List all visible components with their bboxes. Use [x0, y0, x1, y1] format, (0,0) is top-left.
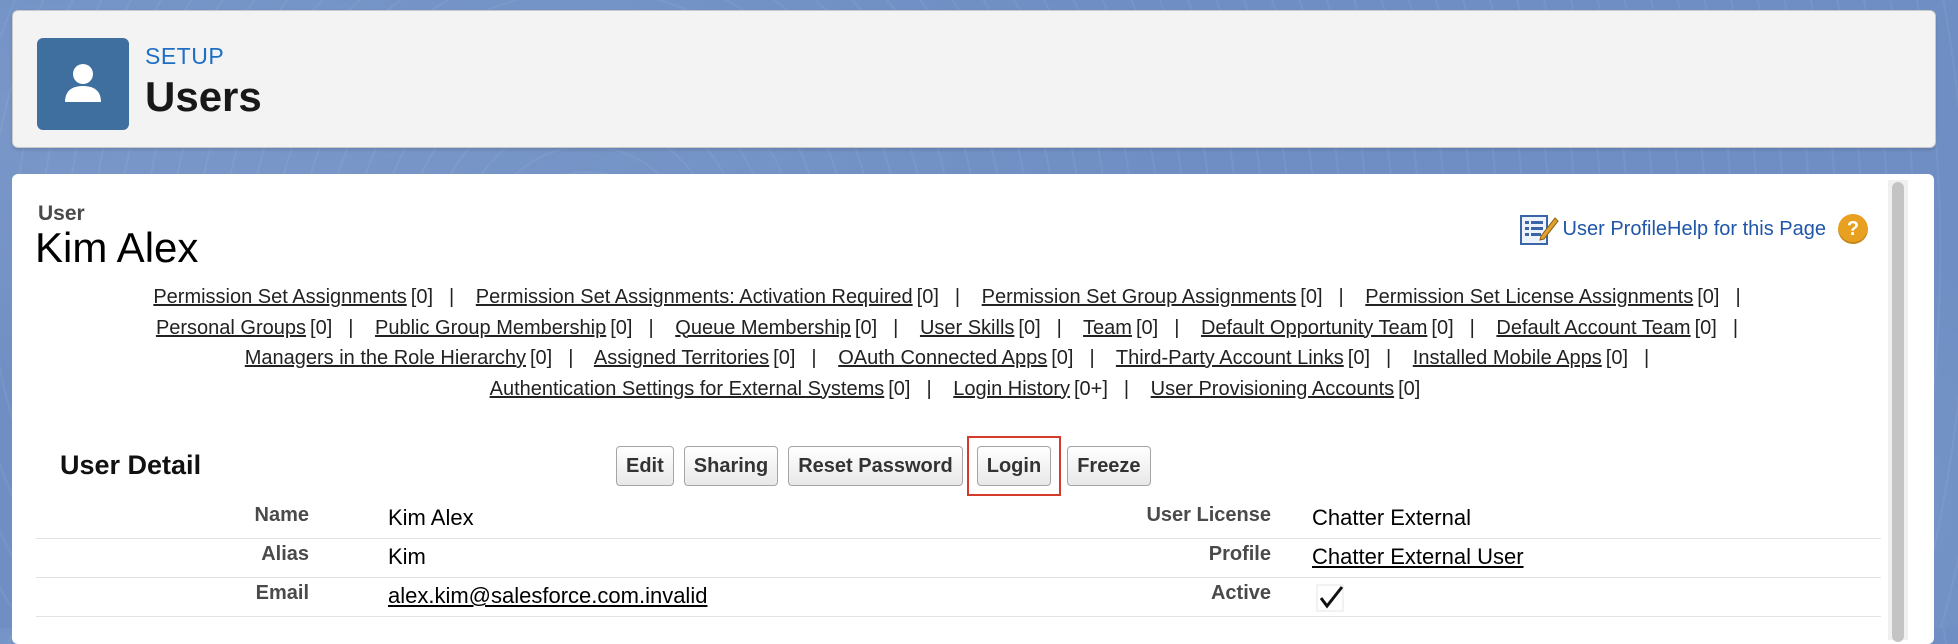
- freeze-button[interactable]: Freeze: [1067, 446, 1151, 486]
- related-link[interactable]: Default Account Team: [1496, 317, 1690, 339]
- detail-button-row: Edit Sharing Reset Password Login Freeze: [616, 436, 1161, 496]
- alias-label: Alias: [261, 543, 309, 565]
- separator: |: [1469, 316, 1475, 339]
- separator: |: [1089, 347, 1095, 369]
- related-link[interactable]: Permission Set Assignments: [153, 286, 406, 308]
- separator: |: [568, 347, 574, 369]
- separator: |: [348, 316, 354, 339]
- separator: |: [1386, 347, 1392, 369]
- user-detail-title: User Detail: [60, 450, 202, 480]
- related-link[interactable]: Permission Set Assignments: Activation R…: [476, 286, 913, 308]
- related-link[interactable]: Permission Set License Assignments: [1365, 286, 1693, 308]
- related-list-links: Permission Set Assignments [0] | Permissio…: [120, 282, 1790, 404]
- related-link[interactable]: Third-Party Account Links: [1116, 347, 1344, 369]
- detail-row-email: Email alex.kim@salesforce.com.invalid Ac…: [36, 578, 1881, 617]
- related-count: [0]: [854, 316, 878, 339]
- separator: |: [1056, 316, 1062, 339]
- help-area: User ProfileHelp for this Page ?: [1519, 212, 1868, 246]
- login-highlight-box: Login: [966, 436, 1062, 496]
- page-title: Users: [145, 73, 262, 120]
- separator: |: [811, 347, 817, 369]
- setup-header: SETUP Users: [12, 10, 1936, 148]
- related-links-line: Personal Groups [0] | Public Group Members…: [120, 313, 1790, 344]
- record-type-label: User: [38, 202, 85, 225]
- separator: |: [648, 316, 654, 339]
- related-link[interactable]: Assigned Territories: [594, 347, 769, 369]
- related-count: [0]: [1051, 347, 1074, 369]
- related-link[interactable]: Default Opportunity Team: [1201, 317, 1427, 339]
- separator: |: [1735, 286, 1741, 308]
- related-count: [0]: [410, 286, 434, 308]
- related-link[interactable]: Public Group Membership: [375, 317, 606, 339]
- user-icon: [37, 38, 129, 130]
- related-count: [0]: [1398, 377, 1421, 400]
- sharing-button[interactable]: Sharing: [683, 446, 779, 486]
- email-link[interactable]: alex.kim@salesforce.com.invalid: [388, 583, 707, 608]
- active-checkbox-icon: [1316, 584, 1346, 617]
- record-name: Kim Alex: [35, 224, 199, 271]
- related-count: [0]: [773, 347, 796, 369]
- related-link[interactable]: Authentication Settings for External Sys…: [490, 378, 885, 400]
- related-link[interactable]: User Skills: [920, 317, 1014, 339]
- related-link[interactable]: User Provisioning Accounts: [1151, 378, 1394, 400]
- edit-button[interactable]: Edit: [616, 446, 674, 486]
- name-label: Name: [254, 504, 309, 526]
- profile-link[interactable]: Chatter External User: [1312, 544, 1524, 569]
- related-count: [0]: [1300, 286, 1323, 308]
- active-label: Active: [1210, 582, 1271, 604]
- help-question-icon[interactable]: ?: [1838, 214, 1868, 244]
- separator: |: [449, 286, 455, 308]
- separator: |: [893, 316, 899, 339]
- user-license-value: Chatter External: [1312, 505, 1471, 530]
- setup-label: SETUP: [145, 43, 225, 69]
- user-license-label: User License: [1146, 504, 1271, 526]
- related-count: [0]: [1697, 286, 1720, 308]
- related-count: [0]: [888, 377, 911, 400]
- alias-value: Kim: [388, 544, 426, 569]
- related-link[interactable]: Managers in the Role Hierarchy: [245, 347, 526, 369]
- related-count: [0]: [1431, 316, 1454, 339]
- related-count: [0]: [1347, 347, 1371, 369]
- user-profile-doc-icon: [1519, 212, 1559, 246]
- login-button[interactable]: Login: [976, 446, 1052, 486]
- related-link[interactable]: Installed Mobile Apps: [1413, 347, 1602, 369]
- help-for-page-link[interactable]: User ProfileHelp for this Page: [1563, 218, 1826, 241]
- related-count: [0]: [610, 316, 633, 339]
- detail-row-name: Name Kim Alex User License Chatter Exter…: [36, 500, 1881, 539]
- separator: |: [1338, 286, 1344, 308]
- related-count: [0]: [1694, 316, 1717, 339]
- separator: |: [1732, 316, 1739, 339]
- separator: |: [926, 377, 932, 400]
- related-count: [0]: [530, 347, 553, 369]
- reset-password-button[interactable]: Reset Password: [788, 446, 963, 486]
- related-link[interactable]: Queue Membership: [675, 317, 851, 339]
- user-detail-table: Name Kim Alex User License Chatter Exter…: [36, 500, 1881, 617]
- scrollbar-thumb[interactable]: [1892, 182, 1904, 642]
- related-link[interactable]: OAuth Connected Apps: [838, 347, 1047, 369]
- related-count: [0]: [1135, 316, 1159, 339]
- related-links-line: Permission Set Assignments [0] | Permissio…: [120, 282, 1790, 313]
- related-count: [0]: [916, 286, 939, 308]
- separator: |: [954, 286, 961, 308]
- separator: |: [1644, 347, 1650, 369]
- related-links-line: Managers in the Role Hierarchy [0] | Assig…: [120, 343, 1790, 374]
- email-label: Email: [255, 582, 309, 604]
- detail-row-alias: Alias Kim Profile Chatter External User: [36, 539, 1881, 578]
- related-count: [0]: [1018, 316, 1041, 339]
- related-count: [0]: [1605, 347, 1629, 369]
- related-link[interactable]: Permission Set Group Assignments: [982, 286, 1297, 308]
- related-link[interactable]: Login History: [953, 378, 1070, 400]
- profile-value: Chatter External User: [1312, 544, 1524, 570]
- name-value: Kim Alex: [388, 505, 474, 530]
- related-link[interactable]: Personal Groups: [156, 317, 306, 339]
- related-count: [0]: [310, 316, 333, 339]
- related-links-line: Authentication Settings for External Sys…: [120, 374, 1790, 405]
- separator: |: [1123, 377, 1130, 400]
- profile-label: Profile: [1208, 543, 1271, 565]
- email-value: alex.kim@salesforce.com.invalid: [388, 583, 707, 609]
- related-count: [0+]: [1073, 377, 1108, 400]
- related-link[interactable]: Team: [1083, 317, 1132, 339]
- separator: |: [1174, 316, 1180, 339]
